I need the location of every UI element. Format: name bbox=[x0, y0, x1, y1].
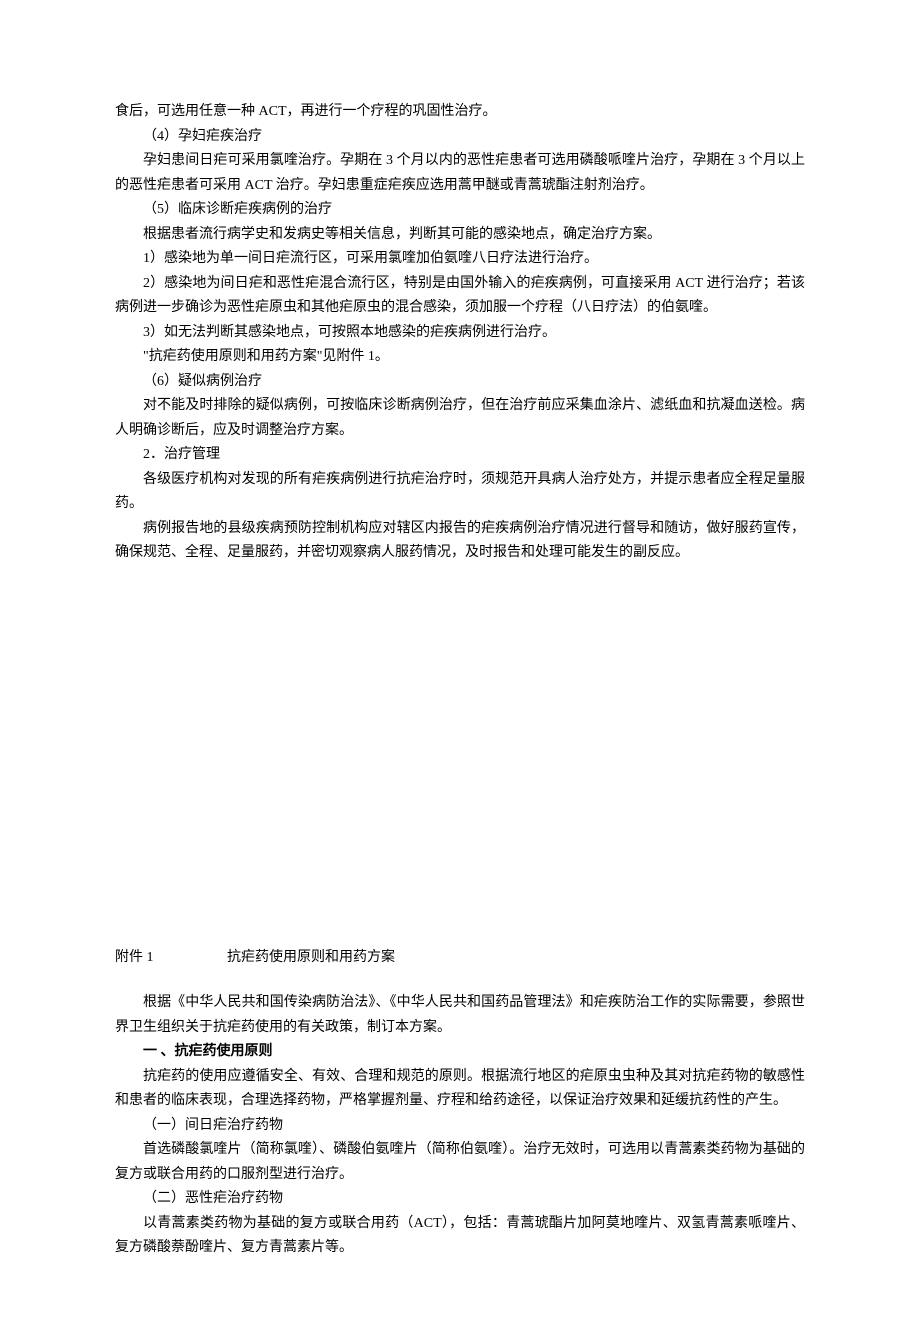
sub-2-body: 以青蒿素类药物为基础的复方或联合用药（ACT），包括：青蒿琥酯片加阿莫地喹片、双… bbox=[115, 1212, 805, 1261]
item-5-sub-1: 1）感染地为单一间日疟流行区，可采用氯喹加伯氨喹八日疗法进行治疗。 bbox=[115, 247, 805, 272]
section-2-title: 2．治疗管理 bbox=[115, 443, 805, 468]
item-6-title: （6）疑似病例治疗 bbox=[115, 370, 805, 395]
attachment-label: 附件 1 bbox=[115, 946, 154, 971]
section-2-body-1: 各级医疗机构对发现的所有疟疾病例进行抗疟治疗时，须规范开具病人治疗处方，并提示患… bbox=[115, 468, 805, 517]
heading-1: 一 、抗疟药使用原则 bbox=[115, 1040, 805, 1065]
item-4-title: （4）孕妇疟疾治疗 bbox=[115, 125, 805, 150]
attachment-intro: 根据《中华人民共和国传染病防治法》、《中华人民共和国药品管理法》和疟疾防治工作的… bbox=[115, 991, 805, 1040]
paragraph-continuation: 食后，可选用任意一种 ACT，再进行一个疗程的巩固性治疗。 bbox=[115, 100, 805, 125]
section-2-body-2: 病例报告地的县级疾病预防控制机构应对辖区内报告的疟疾病例治疗情况进行督导和随访，… bbox=[115, 517, 805, 566]
item-6-body: 对不能及时排除的疑似病例，可按临床诊断病例治疗，但在治疗前应采集血涂片、滤纸血和… bbox=[115, 394, 805, 443]
sub-1-body: 首选磷酸氯喹片（简称氯喹）、磷酸伯氨喹片（简称伯氨喹）。治疗无效时，可选用以青蒿… bbox=[115, 1138, 805, 1187]
item-5-body-1: 根据患者流行病学史和发病史等相关信息，判断其可能的感染地点，确定治疗方案。 bbox=[115, 223, 805, 248]
heading-1-body: 抗疟药的使用应遵循安全、有效、合理和规范的原则。根据流行地区的疟原虫虫种及其对抗… bbox=[115, 1065, 805, 1114]
item-5-sub-3: 3）如无法判断其感染地点，可按照本地感染的疟疾病例进行治疗。 bbox=[115, 321, 805, 346]
attachment-header: 附件 1 抗疟药使用原则和用药方案 bbox=[115, 946, 805, 971]
page-spacer bbox=[115, 566, 805, 946]
attachment-title-text: 抗疟药使用原则和用药方案 bbox=[227, 946, 395, 971]
item-4-body: 孕妇患间日疟可采用氯喹治疗。孕期在 3 个月以内的恶性疟患者可选用磷酸哌喹片治疗… bbox=[115, 149, 805, 198]
sub-2-title: （二）恶性疟治疗药物 bbox=[115, 1187, 805, 1212]
sub-1-title: （一）间日疟治疗药物 bbox=[115, 1114, 805, 1139]
item-5-sub-2: 2）感染地为间日疟和恶性疟混合流行区，特别是由国外输入的疟疾病例，可直接采用 A… bbox=[115, 272, 805, 321]
item-5-note: "抗疟药使用原则和用药方案"见附件 1。 bbox=[115, 345, 805, 370]
item-5-title: （5）临床诊断疟疾病例的治疗 bbox=[115, 198, 805, 223]
